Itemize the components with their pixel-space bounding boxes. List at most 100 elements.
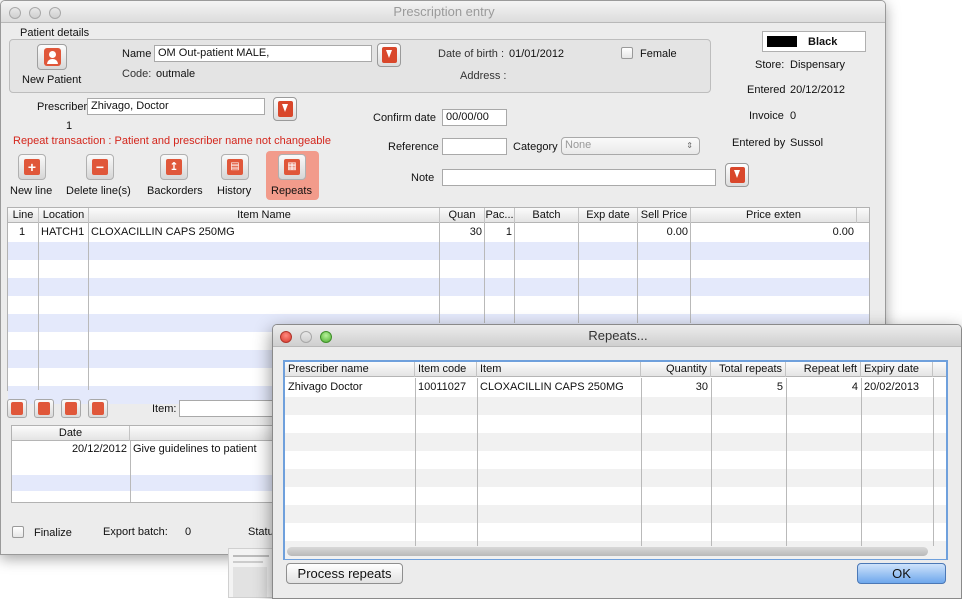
down-arrow-icon (730, 167, 745, 183)
female-checkbox[interactable] (621, 47, 633, 59)
horizontal-scrollbar[interactable] (287, 547, 928, 556)
cell-item: CLOXACILLIN CAPS 250MG (480, 381, 624, 393)
info-button[interactable] (34, 399, 54, 418)
cell-date: 20/12/2012 (71, 443, 127, 455)
address-label: Address : (460, 70, 507, 82)
repeats-title-bar: Repeats... (273, 325, 961, 347)
person-icon (44, 48, 61, 66)
prescriber-count: 1 (66, 120, 73, 132)
cell-total-repeats: 5 (776, 381, 783, 393)
cell-line: 1 (19, 226, 26, 238)
close-window-button[interactable] (280, 331, 292, 343)
header-line[interactable]: Line (8, 208, 39, 223)
zoom-window-button[interactable] (320, 331, 332, 343)
table-row[interactable]: 20/12/2012 Give guidelines to patient (12, 441, 276, 459)
entered-value: 20/12/2012 (790, 84, 846, 96)
category-select[interactable]: None ⇕ (561, 137, 700, 155)
code-label: Code: (122, 68, 152, 80)
header-batch[interactable]: Batch (515, 208, 579, 223)
new-patient-button[interactable] (37, 44, 67, 70)
item-field[interactable] (179, 400, 279, 417)
note-label: Note (411, 172, 435, 184)
cell-prescriber-name: Zhivago Doctor (288, 381, 363, 393)
patient-name-field[interactable]: OM Out-patient MALE, (154, 45, 372, 62)
prescriber-field[interactable]: Zhivago, Doctor (87, 98, 265, 115)
history-icon: ▤ (221, 154, 249, 180)
name-label: Name (122, 48, 152, 60)
header-item-name[interactable]: Item Name (89, 208, 440, 223)
window-title: Prescription entry (393, 4, 495, 19)
header-price-extension[interactable]: Price exten (691, 208, 857, 223)
cell-exp-date (579, 224, 638, 242)
header-prescriber-name[interactable]: Prescriber name (285, 362, 415, 377)
header-sell-price[interactable]: Sell Price (638, 208, 691, 223)
new-line-label: New line (10, 185, 53, 197)
edit-button[interactable] (61, 399, 81, 418)
repeat-warning-text: Repeat transaction : Patient and prescri… (13, 135, 331, 147)
finalize-checkbox[interactable] (12, 526, 24, 538)
repeats-button[interactable]: ▦ Repeats (266, 151, 319, 200)
header-repeat-left[interactable]: Repeat left (786, 362, 861, 377)
add-icon (92, 402, 104, 415)
down-arrow-icon (278, 101, 293, 117)
header-exp-date[interactable]: Exp date (579, 208, 638, 223)
table-row-stripe (285, 505, 946, 523)
reference-field[interactable] (442, 138, 507, 155)
cell-location: HATCH1 (41, 226, 85, 238)
add-item-button[interactable] (88, 399, 108, 418)
header-expiry-date[interactable]: Expiry date (861, 362, 933, 377)
backorders-button[interactable]: ↥ Backorders (145, 154, 205, 198)
patient-lookup-button[interactable] (377, 43, 401, 67)
dob-label: Date of birth : (438, 48, 505, 60)
process-repeats-button[interactable]: Process repeats (286, 563, 403, 584)
delete-lines-label: Delete line(s) (66, 185, 131, 197)
repeats-table-header: Prescriber name Item code Item Quantity … (285, 362, 946, 377)
refresh-button[interactable] (7, 399, 27, 418)
header-pack[interactable]: Pac... (485, 208, 515, 223)
down-arrow-icon (382, 47, 397, 63)
note-field[interactable] (442, 169, 716, 186)
close-window-button[interactable] (9, 7, 21, 19)
header-item-code[interactable]: Item code (415, 362, 477, 377)
invoice-value: 0 (790, 110, 797, 122)
minimize-window-button[interactable] (29, 7, 41, 19)
dob-value: 01/01/2012 (509, 48, 565, 60)
new-line-button[interactable]: + New line (9, 154, 53, 198)
table-row-stripe (285, 433, 946, 451)
history-label: History (217, 185, 252, 197)
export-batch-label: Export batch: (103, 526, 168, 538)
export-batch-value: 0 (185, 526, 192, 538)
repeats-grid-icon: ▦ (278, 154, 306, 180)
history-button[interactable]: ▤ History (215, 154, 257, 198)
minimize-window-button[interactable] (300, 331, 312, 343)
repeats-window-title: Repeats... (588, 328, 648, 343)
color-selector[interactable]: Black (762, 31, 866, 52)
delete-lines-button[interactable]: − Delete line(s) (65, 154, 133, 198)
header-date[interactable]: Date (12, 426, 130, 441)
header-quantity[interactable]: Quantity (641, 362, 711, 377)
table-row[interactable]: Zhivago Doctor 10011027 CLOXACILLIN CAPS… (285, 379, 946, 397)
ok-button[interactable]: OK (857, 563, 946, 584)
category-label: Category (513, 141, 558, 153)
repeats-window: Repeats... Prescriber name Item code Ite… (272, 324, 962, 599)
refresh-icon (11, 402, 23, 415)
zoom-window-button[interactable] (49, 7, 61, 19)
minus-icon: − (86, 154, 114, 180)
info-icon (38, 402, 50, 415)
new-patient-label[interactable]: New Patient (22, 73, 81, 87)
note-lookup-button[interactable] (725, 163, 749, 187)
header-quantity[interactable]: Quan (440, 208, 485, 223)
cell-expiry-date: 20/02/2013 (864, 381, 920, 393)
cell-history-text: Give guidelines to patient (133, 443, 257, 455)
confirm-date-field[interactable]: 00/00/00 (442, 109, 507, 126)
header-total-repeats[interactable]: Total repeats (711, 362, 786, 377)
header-item[interactable]: Item (477, 362, 641, 377)
prescriber-label: Prescriber (37, 101, 88, 113)
category-value: None (565, 139, 592, 151)
title-bar: Prescription entry (1, 1, 885, 23)
repeats-label: Repeats (271, 185, 312, 197)
status-label: Statu (248, 526, 274, 538)
prescriber-lookup-button[interactable] (273, 97, 297, 121)
header-location[interactable]: Location (39, 208, 89, 223)
invoice-label: Invoice (749, 110, 784, 122)
